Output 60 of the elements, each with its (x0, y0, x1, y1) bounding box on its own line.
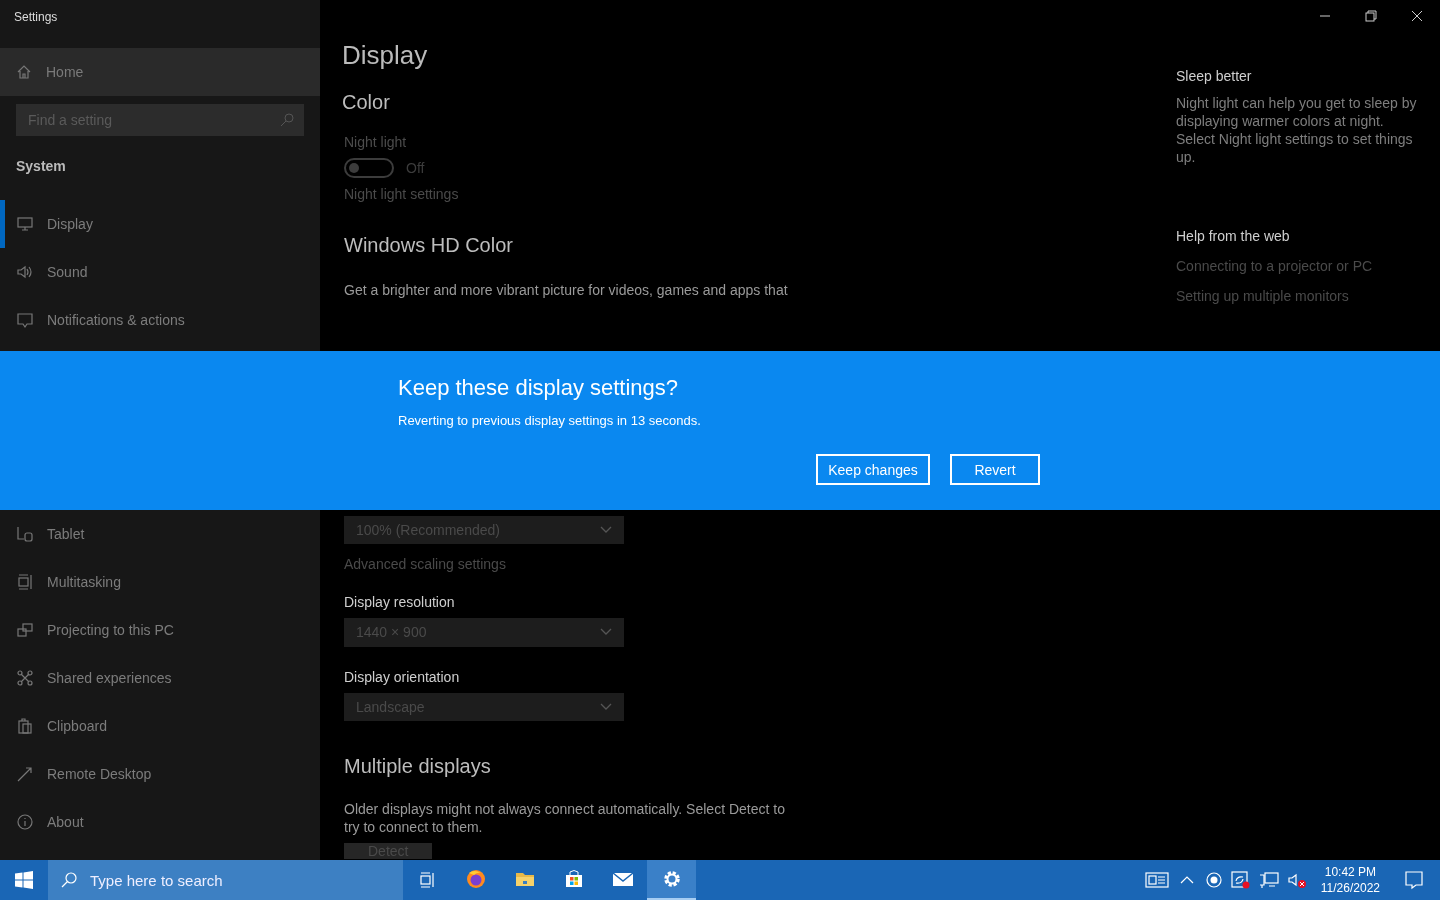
home-icon (16, 64, 32, 80)
speaker-icon (16, 263, 34, 281)
page-title: Display (342, 40, 429, 71)
taskbar-search-field[interactable]: Type here to search (48, 860, 403, 900)
search-icon (60, 871, 78, 889)
dialog-button[interactable]: Keep changes (816, 454, 930, 485)
taskbar-app[interactable] (647, 860, 696, 900)
aside-heading: Help from the web (1176, 228, 1291, 244)
remote-icon (16, 765, 34, 783)
chevron-down-icon (600, 525, 612, 534)
news-icon[interactable] (1144, 871, 1169, 889)
tablet-icon (16, 525, 34, 543)
dialog-message: Reverting to previous display settings in 13 seconds. (398, 413, 702, 428)
info-icon (16, 813, 34, 831)
dialog-title: Keep these display settings? (398, 375, 680, 401)
multitasking-icon (16, 573, 34, 591)
setting-label: Display orientation (344, 668, 461, 685)
aside-heading: Sleep better (1176, 68, 1253, 84)
sidebar-item[interactable]: Tablet (0, 510, 320, 558)
network-icon[interactable] (1258, 871, 1279, 889)
chevron-down-icon (600, 628, 612, 637)
sidebar-item[interactable]: About (0, 798, 320, 846)
section-heading: Color (342, 91, 391, 114)
description-text: Get a brighter and more vibrant picture for videos, games and apps that (344, 281, 789, 299)
clock[interactable]: 10:42 PM 11/26/2022 (1314, 864, 1386, 896)
help-link[interactable]: Connecting to a projector or PC (1176, 258, 1373, 274)
message-icon (16, 311, 34, 329)
sync-icon[interactable] (1230, 871, 1251, 889)
sidebar-item[interactable]: Shared experiences (0, 654, 320, 702)
settings-link[interactable]: Night light settings (344, 186, 459, 202)
projector-icon (16, 621, 34, 639)
home-item[interactable]: Home (0, 48, 320, 96)
task-view-icon (418, 871, 436, 889)
section-heading: Windows HD Color (344, 234, 514, 257)
sidebar-item[interactable]: Remote Desktop (0, 750, 320, 798)
section-heading: Multiple displays (344, 755, 492, 778)
help-link[interactable]: Setting up multiple monitors (1176, 288, 1349, 304)
sidebar-item[interactable]: Projecting to this PC (0, 606, 320, 654)
monitor-icon (16, 215, 34, 233)
clipboard-icon (16, 717, 34, 735)
muted-speaker-icon[interactable] (1286, 871, 1307, 889)
window-title: Settings (13, 9, 59, 26)
aside-text: Night light can help you get to sleep by displaying warmer colors at night. Select Night light settings to set things up. (1176, 94, 1418, 166)
sidebar-item[interactable]: Sound (0, 248, 320, 296)
section-heading: System (16, 158, 67, 174)
description-text: Older displays might not always connect automatically. Select Detect to try to connect to them. (344, 800, 786, 836)
dialog-button[interactable]: Revert (950, 454, 1040, 485)
start-icon (15, 871, 33, 889)
shared-icon (16, 669, 34, 687)
settings-link[interactable]: Advanced scaling settings (344, 556, 506, 573)
record-icon[interactable] (1204, 871, 1223, 889)
chevron-down-icon (600, 702, 612, 711)
sidebar-item[interactable]: Notifications & actions (0, 296, 320, 344)
search-icon (280, 113, 294, 127)
setting-label: Night light (344, 134, 408, 150)
setting-label: Display resolution (344, 594, 456, 611)
toggle-state: Off (406, 160, 425, 176)
sidebar-item[interactable]: Multitasking (0, 558, 320, 606)
toggle-switch[interactable] (344, 158, 394, 178)
sidebar-item[interactable]: Clipboard (0, 702, 320, 750)
